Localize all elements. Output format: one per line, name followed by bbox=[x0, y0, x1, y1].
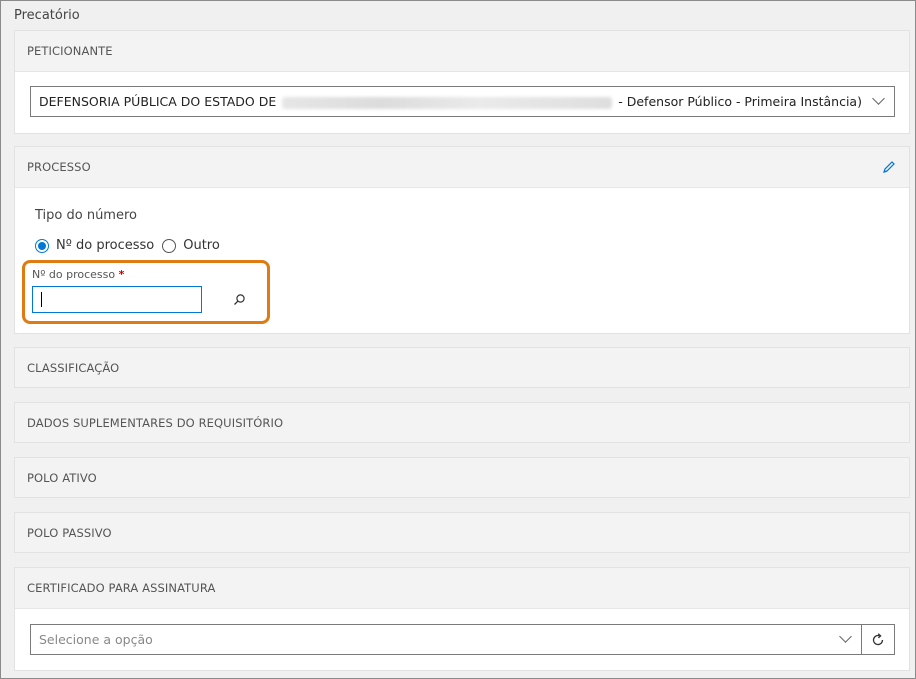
tipo-numero-radio-group: Nº do processo Outro bbox=[35, 238, 220, 253]
chevron-down-icon[interactable] bbox=[839, 630, 852, 643]
panel-body-peticionante: DEFENSORIA PÚBLICA DO ESTADO DE - Defenso… bbox=[15, 71, 909, 133]
refresh-icon bbox=[872, 632, 884, 645]
nr-processo-field-label: Nº do processo * bbox=[32, 268, 124, 281]
panel-header-dados-suplementares[interactable]: DADOS SUPLEMENTARES DO REQUISITÓRIO bbox=[15, 403, 909, 443]
panel-header-polo-ativo[interactable]: POLO ATIVO bbox=[15, 458, 909, 498]
peticionante-select[interactable]: DEFENSORIA PÚBLICA DO ESTADO DE - Defenso… bbox=[30, 86, 895, 117]
panel-header-peticionante: PETICIONANTE bbox=[27, 44, 113, 58]
pencil-icon[interactable] bbox=[882, 160, 896, 174]
panel-processo: PROCESSO Tipo do número Nº do processo O… bbox=[14, 146, 910, 334]
page-title: Precatório bbox=[14, 8, 80, 23]
certificado-select-placeholder: Selecione a opção bbox=[39, 632, 153, 647]
panel-polo-ativo[interactable]: POLO ATIVO bbox=[14, 457, 910, 498]
radio-nr-processo[interactable] bbox=[35, 238, 49, 253]
panel-header-certificado: CERTIFICADO PARA ASSINATURA bbox=[27, 581, 216, 595]
radio-nr-processo-label[interactable]: Nº do processo bbox=[56, 238, 154, 253]
peticionante-select-value: DEFENSORIA PÚBLICA DO ESTADO DE - Defenso… bbox=[39, 94, 862, 109]
search-icon[interactable] bbox=[229, 290, 249, 310]
panel-polo-passivo[interactable]: POLO PASSIVO bbox=[14, 512, 910, 553]
chevron-down-icon[interactable] bbox=[872, 92, 885, 105]
panel-dados-suplementares[interactable]: DADOS SUPLEMENTARES DO REQUISITÓRIO bbox=[14, 402, 910, 443]
panel-header-polo-passivo[interactable]: POLO PASSIVO bbox=[15, 513, 909, 553]
nr-processo-label-text: Nº do processo bbox=[32, 268, 116, 281]
panel-certificado: CERTIFICADO PARA ASSINATURA Selecione a … bbox=[14, 567, 910, 671]
peticionante-select-suffix: - Defensor Público - Primeira Instância) bbox=[618, 94, 862, 109]
app-frame: Precatório PETICIONANTE DEFENSORIA PÚBLI… bbox=[0, 0, 916, 679]
panel-header-processo-label: PROCESSO bbox=[27, 160, 91, 174]
panel-classificacao[interactable]: CLASSIFICAÇÃO bbox=[14, 347, 910, 388]
certificado-select[interactable]: Selecione a opção bbox=[30, 624, 895, 655]
refresh-button[interactable] bbox=[861, 624, 894, 655]
tipo-numero-label: Tipo do número bbox=[35, 208, 137, 223]
peticionante-select-prefix: DEFENSORIA PÚBLICA DO ESTADO DE bbox=[39, 94, 277, 109]
redacted-text bbox=[282, 96, 613, 109]
panel-body-certificado: Selecione a opção bbox=[15, 608, 909, 670]
panel-peticionante: PETICIONANTE DEFENSORIA PÚBLICA DO ESTAD… bbox=[14, 30, 910, 134]
panel-header-classificacao[interactable]: CLASSIFICAÇÃO bbox=[15, 348, 909, 388]
nr-processo-input[interactable] bbox=[32, 286, 202, 313]
required-marker: * bbox=[118, 268, 125, 281]
text-caret bbox=[41, 292, 42, 307]
panel-body-processo: Tipo do número Nº do processo Outro Nº d… bbox=[15, 187, 909, 333]
radio-outro[interactable] bbox=[162, 238, 177, 253]
panel-header-processo: PROCESSO bbox=[15, 147, 909, 187]
radio-outro-label[interactable]: Outro bbox=[183, 238, 220, 253]
